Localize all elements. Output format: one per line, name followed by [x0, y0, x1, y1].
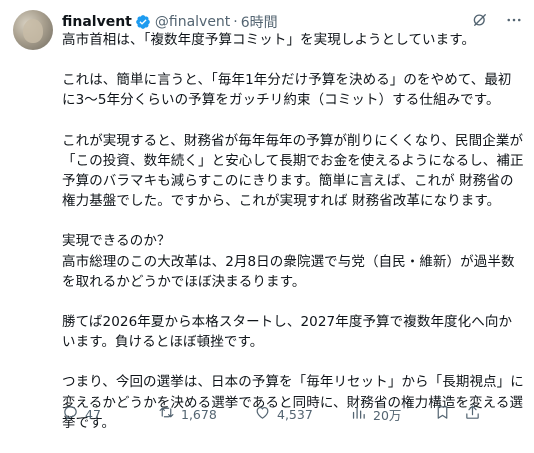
more-options-icon[interactable]	[504, 10, 524, 30]
tweet-paragraph: 勝てば2026年夏から本格スタートし、2027年度予算で複数年度化へ向かいます。…	[62, 314, 513, 351]
grok-icon[interactable]	[470, 10, 490, 30]
heart-icon	[254, 404, 271, 424]
share-icon	[464, 404, 481, 424]
views-count: 20万	[373, 407, 402, 423]
dot-separator: ·	[233, 14, 238, 30]
author-handle[interactable]: @finalvent	[155, 14, 230, 30]
tweet-header: finalvent @finalvent · 6時間	[62, 12, 524, 32]
tweet-paragraph: 高市首相は、「複数年度予算コミット」を実現しようとしています。	[62, 32, 476, 48]
bookmark-icon	[434, 404, 451, 424]
timestamp[interactable]: 6時間	[241, 12, 278, 32]
views-button[interactable]: 20万	[350, 404, 434, 424]
like-button[interactable]: 4,537	[254, 404, 350, 424]
share-button[interactable]	[464, 404, 494, 424]
repost-count: 1,678	[181, 406, 217, 422]
tweet-paragraph: これが実現すると、財務省が毎年毎年の予算が削りにくくなり、民間企業が「この投資、…	[62, 132, 524, 210]
tweet-paragraph: 実現できるのか？ 高市総理のこの大改革は、2月8日の衆院選で与党（自民・維新）が…	[62, 233, 515, 290]
reply-count: 47	[85, 406, 101, 422]
reply-icon	[62, 404, 79, 424]
verified-badge-icon	[135, 14, 151, 30]
avatar[interactable]	[13, 10, 53, 50]
tweet-text: 高市首相は、「複数年度予算コミット」を実現しようとしています。 これは、簡単に言…	[62, 30, 524, 453]
tweet-paragraph: これは、簡単に言うと、「毎年1年分だけ予算を決める」のをやめて、最初に3〜5年分…	[62, 72, 512, 109]
views-icon	[350, 404, 367, 424]
bookmark-button[interactable]	[434, 404, 464, 424]
repost-button[interactable]: 1,678	[158, 404, 254, 424]
author-name[interactable]: finalvent	[62, 14, 132, 30]
header-actions	[470, 10, 524, 30]
action-bar: 47 1,678 4,537 20万	[62, 403, 524, 425]
reply-button[interactable]: 47	[62, 404, 158, 424]
like-count: 4,537	[277, 406, 313, 422]
repost-icon	[158, 404, 175, 424]
